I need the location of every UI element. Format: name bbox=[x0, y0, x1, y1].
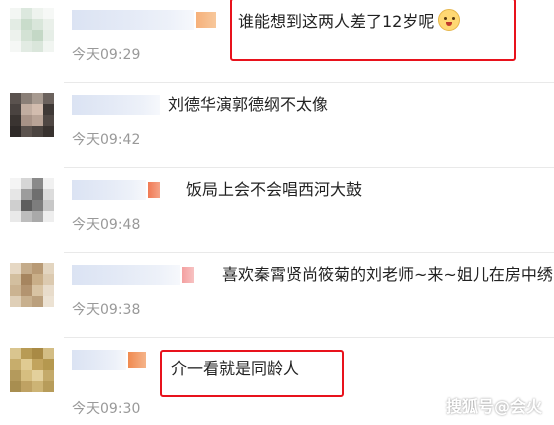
avatar[interactable] bbox=[10, 178, 54, 222]
level-badge-icon bbox=[148, 182, 160, 198]
username-blurred bbox=[72, 350, 126, 370]
highlight-box bbox=[230, 0, 516, 61]
comment-item: 刘德华演郭德纲不太像 今天09:42 bbox=[0, 85, 554, 170]
avatar[interactable] bbox=[10, 263, 54, 307]
timestamp: 今天09:30 bbox=[72, 401, 141, 417]
timestamp: 今天09:38 bbox=[72, 302, 141, 318]
timestamp: 今天09:48 bbox=[72, 217, 141, 233]
divider bbox=[64, 82, 554, 83]
divider bbox=[64, 337, 554, 338]
comment-text: 刘德华演郭德纲不太像 bbox=[168, 95, 329, 114]
comment-item: 谁能想到这两人差了12岁呢 今天09:29 bbox=[0, 0, 554, 85]
timestamp: 今天09:29 bbox=[72, 47, 141, 63]
username-blurred bbox=[72, 180, 146, 200]
comment-item: 饭局上会不会唱西河大鼓 今天09:48 bbox=[0, 170, 554, 255]
avatar[interactable] bbox=[10, 8, 54, 52]
level-badge-icon bbox=[182, 267, 194, 283]
username-blurred bbox=[72, 95, 160, 115]
highlight-box bbox=[160, 350, 344, 397]
username[interactable] bbox=[72, 265, 197, 285]
level-badge-icon bbox=[128, 352, 146, 368]
watermark: 搜狐号@会火 bbox=[445, 397, 542, 416]
level-badge-icon bbox=[196, 12, 216, 28]
username-blurred bbox=[72, 265, 180, 285]
avatar[interactable] bbox=[10, 93, 54, 137]
timestamp: 今天09:42 bbox=[72, 132, 141, 148]
divider bbox=[64, 252, 554, 253]
divider bbox=[64, 167, 554, 168]
avatar[interactable] bbox=[10, 348, 54, 392]
username[interactable] bbox=[72, 10, 217, 30]
username[interactable] bbox=[72, 95, 162, 115]
username[interactable] bbox=[72, 180, 162, 200]
comment-item: 喜欢秦霄贤尚筱菊的刘老师~来~姐儿在房中绣 今天09:38 bbox=[0, 255, 554, 340]
username-blurred bbox=[72, 10, 194, 30]
username[interactable] bbox=[72, 350, 152, 370]
comment-text: 喜欢秦霄贤尚筱菊的刘老师~来~姐儿在房中绣 bbox=[222, 265, 553, 284]
comment-text: 饭局上会不会唱西河大鼓 bbox=[186, 180, 363, 199]
